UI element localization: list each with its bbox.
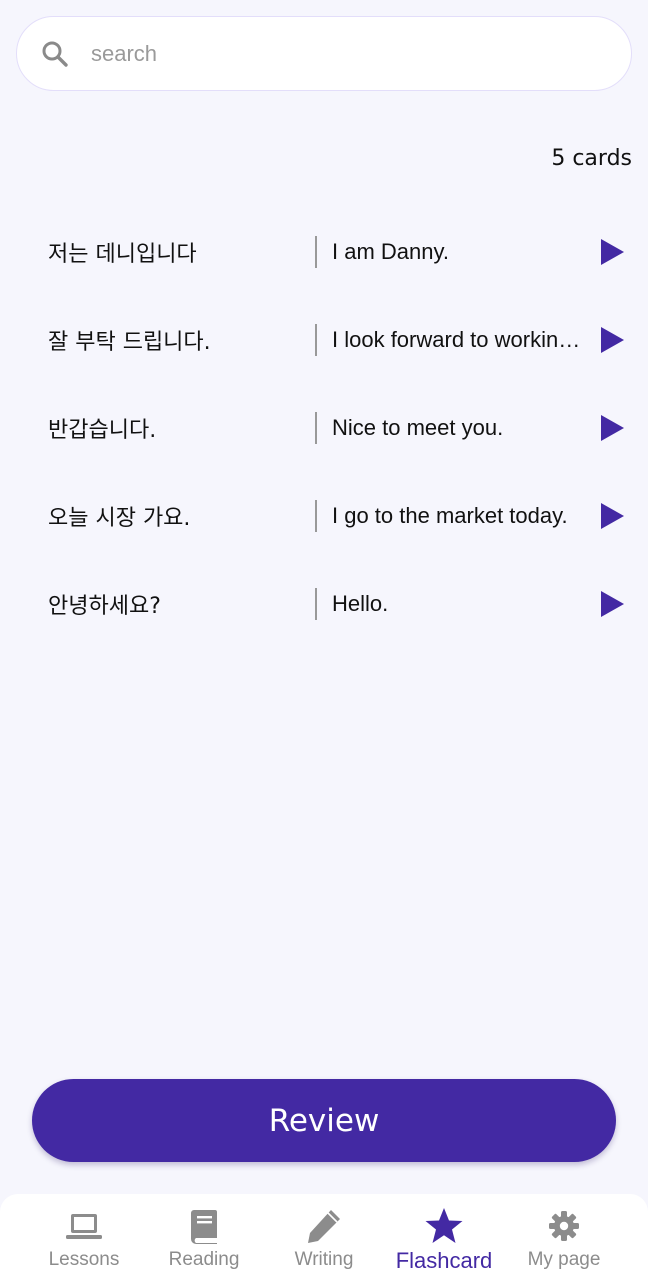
play-icon[interactable] <box>599 590 625 618</box>
flashcard-row[interactable]: 잘 부탁 드립니다. I look forward to working wit… <box>0 296 648 384</box>
card-list: 저는 데니입니다 I am Danny. 잘 부탁 드립니다. I look f… <box>0 208 648 648</box>
laptop-icon <box>66 1214 102 1239</box>
card-back-text: I look forward to working with you. <box>332 327 586 352</box>
flashcard-row[interactable]: 안녕하세요? Hello. <box>0 560 648 648</box>
play-icon[interactable] <box>599 502 625 530</box>
card-front-text: 저는 데니입니다 <box>48 242 197 267</box>
card-divider <box>315 412 317 444</box>
card-front-text: 오늘 시장 가요. <box>48 506 191 531</box>
play-icon[interactable] <box>599 238 625 266</box>
card-divider <box>315 500 317 532</box>
flashcard-screen: 5 cards 저는 데니입니다 I am Danny. 잘 부탁 드립니다. … <box>0 0 648 1287</box>
tab-lessons[interactable]: Lessons <box>28 1194 140 1271</box>
tab-flashcard[interactable]: Flashcard <box>388 1194 500 1274</box>
tab-label: Writing <box>294 1249 354 1270</box>
tab-label: Flashcard <box>395 1248 493 1273</box>
search-input[interactable] <box>91 40 571 67</box>
card-front-text: 잘 부탁 드립니다. <box>48 330 211 355</box>
card-back-text: Hello. <box>332 591 389 616</box>
pencil-icon <box>308 1210 340 1243</box>
gear-icon <box>549 1211 579 1241</box>
card-front-text: 반갑습니다. <box>48 418 157 443</box>
review-button[interactable]: Review <box>32 1079 616 1162</box>
book-icon <box>191 1210 217 1244</box>
card-back-text: I go to the market today. <box>332 503 568 528</box>
tab-label: Reading <box>168 1249 240 1270</box>
flashcard-row[interactable]: 저는 데니입니다 I am Danny. <box>0 208 648 296</box>
search-bar[interactable] <box>16 16 632 91</box>
card-divider <box>315 324 317 356</box>
tab-reading[interactable]: Reading <box>148 1194 260 1271</box>
star-icon <box>425 1208 463 1243</box>
flashcard-row[interactable]: 반갑습니다. Nice to meet you. <box>0 384 648 472</box>
search-icon <box>41 40 69 68</box>
tab-writing[interactable]: Writing <box>268 1194 380 1271</box>
card-front-text: 안녕하세요? <box>48 594 161 619</box>
tab-label: My page <box>527 1249 601 1270</box>
play-icon[interactable] <box>599 414 625 442</box>
card-count: 5 cards <box>551 146 632 171</box>
card-divider <box>315 588 317 620</box>
tab-my-page[interactable]: My page <box>508 1194 620 1271</box>
card-back-text: Nice to meet you. <box>332 415 504 440</box>
play-icon[interactable] <box>599 326 625 354</box>
card-divider <box>315 236 317 268</box>
card-back-text: I am Danny. <box>332 239 449 264</box>
tab-label: Lessons <box>48 1249 120 1270</box>
bottom-navigation: Lessons Reading Writing Flashcard My pag… <box>0 1194 648 1287</box>
flashcard-row[interactable]: 오늘 시장 가요. I go to the market today. <box>0 472 648 560</box>
